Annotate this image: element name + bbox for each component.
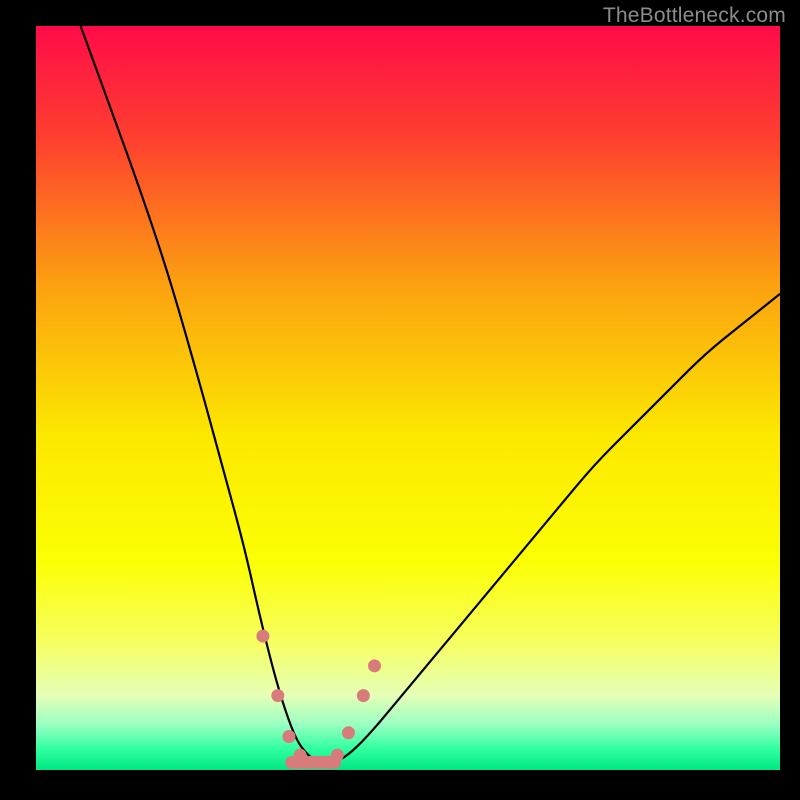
valley-dot [357, 689, 370, 702]
valley-dot [271, 689, 284, 702]
valley-dot [316, 756, 329, 769]
valley-dot [294, 749, 307, 762]
valley-dot [256, 630, 269, 643]
chart-frame: TheBottleneck.com [0, 0, 800, 800]
valley-dot [282, 730, 295, 743]
bottleneck-curve [81, 26, 780, 763]
dotted-valley [256, 630, 381, 769]
valley-dot [331, 749, 344, 762]
plot-area [36, 26, 780, 770]
valley-dot [305, 756, 318, 769]
valley-dot [342, 726, 355, 739]
watermark-text: TheBottleneck.com [603, 4, 786, 28]
chart-svg [36, 26, 780, 770]
valley-dot [368, 659, 381, 672]
